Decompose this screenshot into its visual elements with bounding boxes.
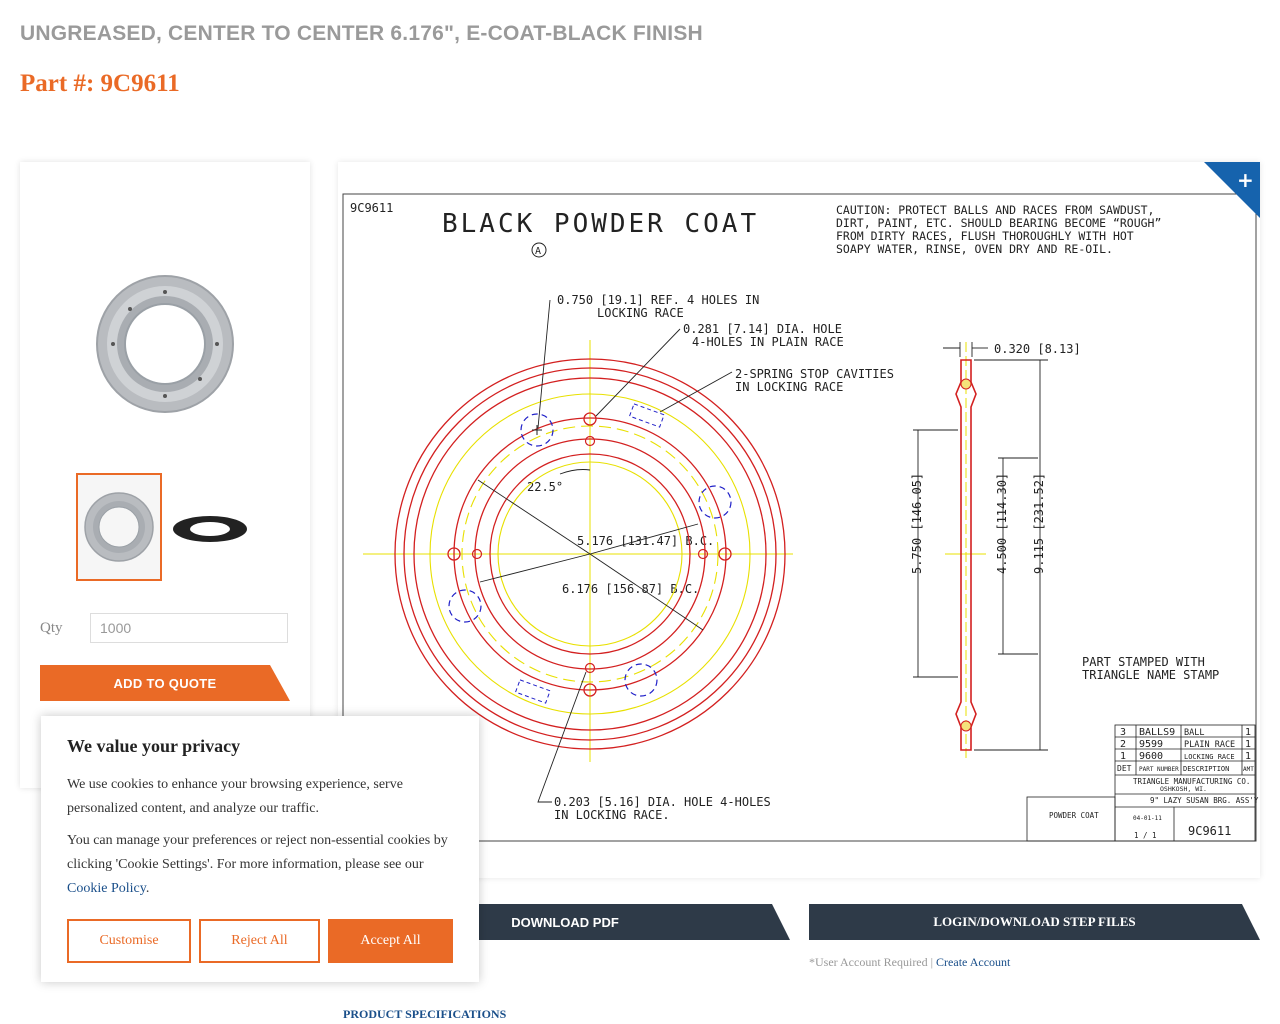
bom-desc-1: BALL <box>1184 728 1204 738</box>
bom-amt-1: 1 <box>1245 727 1251 738</box>
dim-b: 4.500 [114.30] <box>995 473 1009 574</box>
account-note-text: *User Account Required | <box>809 955 937 969</box>
add-to-quote-button[interactable]: ADD TO QUOTE <box>40 665 290 701</box>
account-note: *User Account Required | Create Account <box>809 955 1010 970</box>
bom-amt-2: 1 <box>1245 739 1251 750</box>
customise-button[interactable]: Customise <box>67 919 191 963</box>
black-bearing-thumbnail-icon <box>173 516 247 542</box>
bc-outer-label: 6.176 [156.87] B.C. <box>562 582 699 596</box>
title-name: 9" LAZY SUSAN BRG. ASS'Y <box>1150 796 1259 805</box>
reject-all-button[interactable]: Reject All <box>199 919 320 963</box>
qty-input[interactable]: 1000 <box>90 613 288 643</box>
bom-header-desc: DESCRIPTION <box>1183 765 1229 773</box>
bom-desc-2: PLAIN RACE <box>1184 740 1235 750</box>
cookie-buttons: Customise Reject All Accept All <box>67 919 453 963</box>
caution-line-1: CAUTION: PROTECT BALLS AND RACES FROM SA… <box>836 203 1155 217</box>
dim-c: 9.115 [231.52] <box>1032 473 1046 574</box>
cookie-text-1: We use cookies to enhance your browsing … <box>67 777 403 816</box>
dim-a: 5.750 [146.05] <box>910 473 924 574</box>
gallery-thumbnail-1[interactable] <box>76 473 162 581</box>
cookie-text-2: You can manage your preferences or rejec… <box>67 833 448 872</box>
bom-header-det: DET <box>1117 764 1132 773</box>
drawing-part-no: 9C9611 <box>350 201 393 215</box>
note-holes-locking-1: 0.750 [19.1] REF. 4 HOLES IN <box>557 293 759 307</box>
cookie-title: We value your privacy <box>67 736 241 756</box>
bom-det-1: 3 <box>1120 727 1126 738</box>
drawing-date: 04-01-11 <box>1133 815 1162 822</box>
cookie-consent-dialog: We value your privacy We use cookies to … <box>41 716 479 982</box>
title-block-part: 9C9611 <box>1188 824 1231 838</box>
bearing-thumbnail-icon <box>84 492 154 562</box>
note-spring-1: 2-SPRING STOP CAVITIES <box>735 367 894 381</box>
note-bottom-2: IN LOCKING RACE. <box>554 808 670 822</box>
stamp-note-2: TRIANGLE NAME STAMP <box>1082 668 1219 682</box>
stamp-note-1: PART STAMPED WITH <box>1082 655 1205 669</box>
dim-thickness: 0.320 [8.13] <box>994 342 1081 356</box>
caution-line-2: DIRT, PAINT, ETC. SHOULD BEARING BECOME … <box>836 216 1161 230</box>
login-download-step-button[interactable]: LOGIN/DOWNLOAD STEP FILES <box>809 904 1260 940</box>
drawing-rev: A <box>535 246 541 257</box>
bom-header-amt: AMT <box>1243 766 1254 773</box>
caution-line-4: SOAPY WATER, RINSE, OVEN DRY AND RE-OIL. <box>836 242 1113 256</box>
bc-inner-label: 5.176 [131.47] B.C. <box>577 534 714 548</box>
product-specifications-link[interactable]: PRODUCT SPECIFICATIONS <box>343 1007 506 1022</box>
bom-part-2: 9599 <box>1139 739 1163 750</box>
caution-line-3: FROM DIRTY RACES, FLUSH THOROUGHLY WITH … <box>836 229 1134 243</box>
cookie-policy-link[interactable]: Cookie Policy <box>67 881 146 896</box>
bom-amt-3: 1 <box>1245 751 1251 762</box>
create-account-link[interactable]: Create Account <box>936 955 1010 969</box>
plus-icon: + <box>1237 168 1254 192</box>
part-number: Part #: 9C9611 <box>20 70 180 97</box>
note-holes-plain-1: 0.281 [7.14] DIA. HOLE <box>683 322 842 336</box>
bom-header-part: PART NUMBER <box>1139 766 1179 773</box>
bom-part-1: BALLS9 <box>1139 727 1175 738</box>
note-holes-locking-2: LOCKING RACE <box>597 306 684 320</box>
drawing-heading: BLACK POWDER COAT <box>442 209 759 239</box>
note-spring-2: IN LOCKING RACE <box>735 380 843 394</box>
zoom-toggle-button[interactable]: + <box>1204 162 1260 218</box>
cookie-text-2-wrapper: You can manage your preferences or rejec… <box>67 833 448 896</box>
note-holes-plain-2: 4-HOLES IN PLAIN RACE <box>692 335 844 349</box>
product-title: UNGREASED, CENTER TO CENTER 6.176", E-CO… <box>20 22 703 45</box>
bom-desc-3: LOCKING RACE <box>1184 753 1235 761</box>
note-bottom-1: 0.203 [5.16] DIA. HOLE 4-HOLES <box>554 795 771 809</box>
bom-det-2: 2 <box>1120 739 1126 750</box>
product-gallery-card: Qty 1000 ADD TO QUOTE <box>20 162 310 788</box>
bom-det-3: 1 <box>1120 751 1126 762</box>
company-city: OSHKOSH, WI. <box>1160 785 1207 793</box>
bom-part-3: 9600 <box>1139 751 1163 762</box>
finish-label: POWDER COAT <box>1049 811 1099 820</box>
drawing-scale: 1 / 1 <box>1134 831 1157 840</box>
bearing-photo-icon[interactable] <box>95 274 235 414</box>
accept-all-button[interactable]: Accept All <box>328 919 453 963</box>
qty-label: Qty <box>40 620 63 636</box>
gallery-thumbnail-2[interactable] <box>170 473 256 581</box>
